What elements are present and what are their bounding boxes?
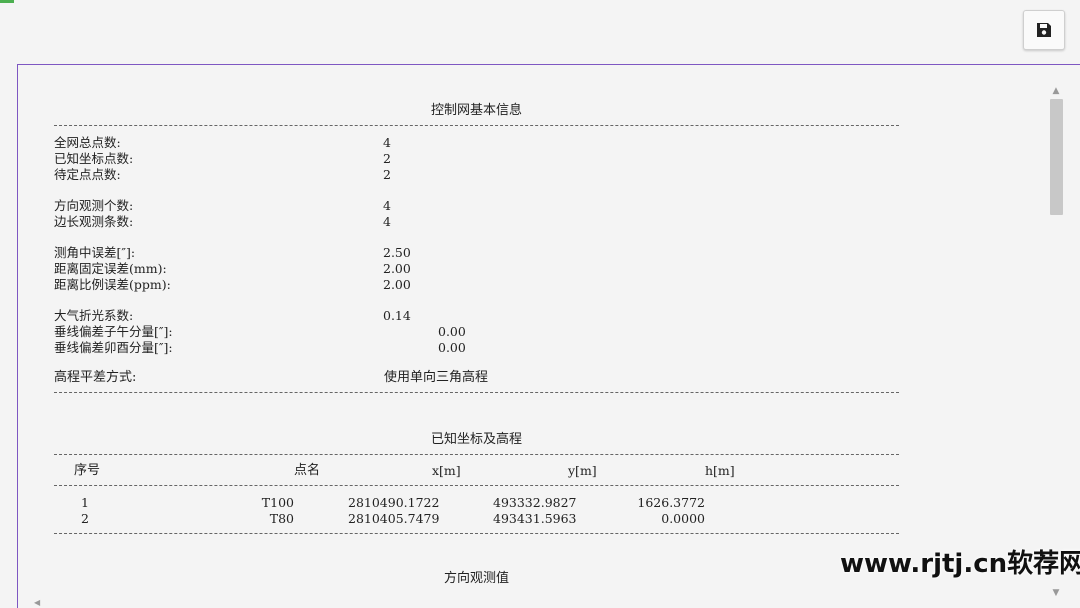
scroll-down-icon[interactable]: ▼ — [1048, 587, 1064, 599]
cell-index: 2 — [81, 511, 89, 526]
cell-h: 1626.3772 — [637, 495, 705, 510]
floppy-disk-icon — [1037, 23, 1051, 37]
cell-name: T100 — [261, 495, 294, 510]
divider — [54, 125, 899, 126]
cell-x: 2810490.1722 — [348, 495, 440, 510]
cell-h: 0.0000 — [661, 511, 705, 526]
value-direction-count: 4 — [383, 198, 391, 213]
divider — [54, 485, 899, 486]
save-button[interactable] — [1023, 10, 1065, 50]
corner-accent — [0, 0, 14, 3]
section-title-basic-info: 控制网基本信息 — [430, 103, 522, 118]
value-refraction: 0.14 — [383, 308, 411, 323]
label-refraction: 大气折光系数: — [54, 308, 134, 323]
col-header-name: 点名 — [294, 463, 321, 478]
label-known-points: 已知坐标点数: — [54, 151, 134, 166]
value-total-points: 4 — [383, 135, 391, 150]
scrollbar-thumb[interactable] — [1050, 99, 1063, 215]
label-deflection-prime: 垂线偏差卯酉分量[″]: — [54, 340, 173, 355]
divider — [54, 454, 899, 455]
value-height-method: 使用单向三角高程 — [384, 370, 489, 385]
label-distance-count: 边长观测条数: — [54, 214, 134, 229]
col-header-h: h[m] — [705, 463, 735, 478]
col-header-index: 序号 — [74, 463, 101, 478]
value-angle-error: 2.50 — [383, 245, 411, 260]
top-toolbar — [0, 0, 1080, 64]
value-deflection-prime: 0.00 — [438, 340, 466, 355]
cell-y: 493332.9827 — [493, 495, 577, 510]
section-title-known-coords: 已知坐标及高程 — [430, 432, 522, 447]
site-watermark: www.rjtj.cn软荐网 — [840, 549, 1080, 579]
col-header-x: x[m] — [432, 463, 461, 478]
label-distance-ppm-error: 距离比例误差(ppm): — [54, 277, 171, 292]
section-title-direction-obs: 方向观测值 — [443, 571, 509, 586]
value-distance-fixed-error: 2.00 — [383, 261, 411, 276]
value-distance-ppm-error: 2.00 — [383, 277, 411, 292]
cell-x: 2810405.7479 — [348, 511, 440, 526]
value-deflection-meridian: 0.00 — [438, 324, 466, 339]
label-unknown-points: 待定点点数: — [54, 167, 121, 182]
label-deflection-meridian: 垂线偏差子午分量[″]: — [54, 324, 173, 339]
value-unknown-points: 2 — [383, 167, 391, 182]
cell-name: T80 — [269, 511, 294, 526]
label-height-method: 高程平差方式: — [54, 370, 137, 385]
divider — [54, 392, 899, 393]
vertical-scrollbar[interactable]: ▲ ▼ — [1048, 85, 1064, 601]
cell-y: 493431.5963 — [493, 511, 577, 526]
value-distance-count: 4 — [383, 214, 391, 229]
label-distance-fixed-error: 距离固定误差(mm): — [54, 261, 167, 276]
cell-index: 1 — [81, 495, 89, 510]
report-panel: 控制网基本信息 全网总点数: 4 已知坐标点数: 2 待定点点数: 2 方向观测… — [17, 64, 1080, 608]
label-direction-count: 方向观测个数: — [54, 198, 134, 213]
divider — [54, 533, 899, 534]
col-header-y: y[m] — [568, 463, 597, 478]
scroll-left-icon[interactable]: ◀ — [34, 598, 40, 607]
scroll-up-icon[interactable]: ▲ — [1048, 85, 1064, 97]
value-known-points: 2 — [383, 151, 391, 166]
label-angle-error: 测角中误差[″]: — [54, 245, 136, 260]
label-total-points: 全网总点数: — [54, 135, 121, 150]
